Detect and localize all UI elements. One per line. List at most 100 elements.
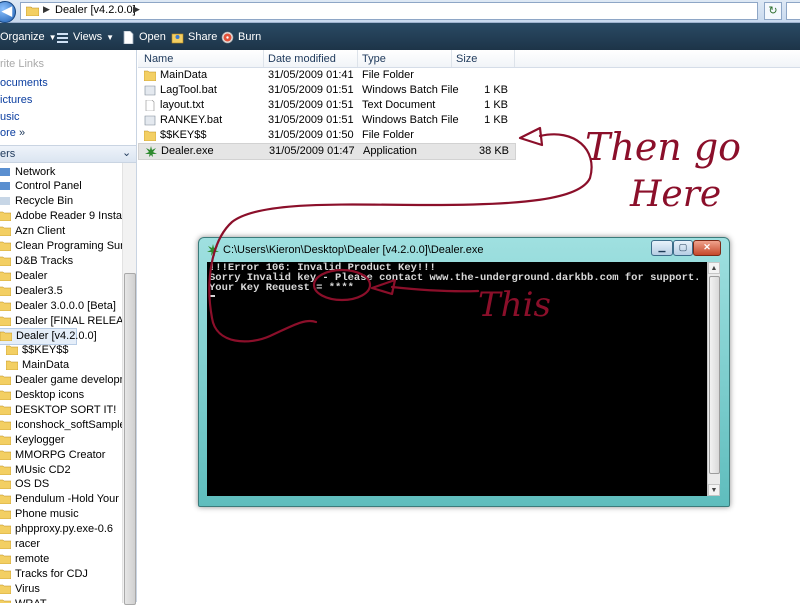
folder-icon bbox=[0, 286, 11, 296]
folder-icon bbox=[0, 599, 11, 603]
console-line: Your Key Request = **** bbox=[209, 282, 354, 294]
column-divider[interactable] bbox=[263, 50, 264, 67]
tree-item[interactable]: Dealer3.5 bbox=[0, 283, 63, 298]
column-header-date[interactable]: Date modified bbox=[268, 53, 336, 65]
burn-label: Burn bbox=[238, 31, 262, 43]
column-header-type[interactable]: Type bbox=[362, 53, 386, 65]
folder-icon bbox=[0, 524, 11, 535]
folder-icon bbox=[6, 346, 18, 356]
console-window[interactable]: C:\Users\Kieron\Desktop\Dealer [v4.2.0.0… bbox=[198, 237, 730, 507]
tree-item[interactable]: Dealer 3.0.0.0 [Beta] bbox=[0, 298, 116, 313]
text-document-icon bbox=[145, 99, 155, 111]
column-header-name[interactable]: Name bbox=[144, 53, 173, 65]
file-type: File Folder bbox=[362, 128, 414, 141]
tree-item[interactable]: Azn Client bbox=[0, 224, 65, 239]
tree-item[interactable]: phpproxy.py.exe-0.6 bbox=[0, 522, 113, 537]
column-header-size[interactable]: Size bbox=[456, 53, 477, 65]
tree-item[interactable]: MainData bbox=[6, 358, 69, 373]
tree-item-label: MUsic CD2 bbox=[15, 463, 71, 476]
open-button[interactable]: Open bbox=[122, 30, 166, 44]
tree-item[interactable]: Clean Programing Surface bbox=[0, 239, 122, 254]
tree-item[interactable]: Desktop icons bbox=[0, 388, 84, 403]
tree-item-label: remote bbox=[15, 552, 50, 565]
folder-icon bbox=[0, 241, 11, 251]
tree-item[interactable]: Phone music bbox=[0, 507, 79, 522]
console-scroll-thumb[interactable] bbox=[709, 276, 720, 474]
file-size: 1 KB bbox=[484, 113, 508, 126]
batch-file-icon bbox=[144, 115, 156, 125]
tree-item[interactable]: Network bbox=[0, 164, 55, 179]
tree-item[interactable]: OS DS bbox=[0, 477, 49, 492]
file-row[interactable]: $$KEY$$ 31/05/2009 01:50 File Folder bbox=[138, 128, 514, 143]
views-button[interactable]: Views ▼ bbox=[56, 30, 114, 44]
file-size: 1 KB bbox=[484, 83, 508, 96]
tree-item[interactable]: Tracks for CDJ bbox=[0, 566, 88, 581]
scroll-up-icon[interactable]: ▲ bbox=[708, 262, 720, 274]
minimize-button[interactable]: ▁ bbox=[651, 240, 673, 256]
file-row[interactable]: MainData 31/05/2009 01:41 File Folder bbox=[138, 68, 514, 83]
breadcrumb-current-folder[interactable]: Dealer [v4.2.0.0] bbox=[55, 4, 136, 16]
tree-item[interactable]: Iconshock_softSample bbox=[0, 417, 122, 432]
file-type: Application bbox=[363, 144, 417, 157]
breadcrumb-arrow-icon[interactable]: ▶ bbox=[43, 4, 50, 15]
tree-item[interactable]: Control Panel bbox=[0, 179, 82, 194]
tree-item[interactable]: Dealer game development bbox=[0, 373, 122, 388]
tree-item[interactable]: Adobe Reader 9 Installer bbox=[0, 209, 122, 224]
address-bar: ◀ ▶ Dealer [v4.2.0.0] ▶ ▼ ↻ bbox=[0, 0, 800, 23]
tree-item-label: Clean Programing Surface bbox=[15, 240, 122, 252]
folder-icon bbox=[0, 271, 11, 281]
column-divider[interactable] bbox=[514, 50, 515, 67]
breadcrumb-arrow-icon[interactable]: ▶ bbox=[133, 4, 140, 15]
favorite-link-music[interactable]: usic bbox=[0, 111, 20, 123]
file-row[interactable]: LagTool.bat 31/05/2009 01:51 Windows Batch… bbox=[138, 83, 514, 98]
file-row[interactable]: RANKEY.bat 31/05/2009 01:51 Windows Batch … bbox=[138, 113, 514, 128]
file-row[interactable]: Dealer.exe 31/05/2009 01:47 Application 38 … bbox=[138, 142, 516, 160]
tree-item[interactable]: Virus bbox=[0, 581, 40, 596]
address-field[interactable]: ▶ Dealer [v4.2.0.0] ▶ ▼ bbox=[20, 2, 773, 20]
refresh-button[interactable]: ↻ bbox=[764, 2, 782, 20]
folder-icon bbox=[0, 509, 11, 520]
nav-scroll-thumb[interactable] bbox=[124, 273, 136, 605]
tree-item-label: WRAT bbox=[15, 598, 47, 603]
console-scrollbar[interactable]: ▲ ▼ bbox=[707, 262, 720, 496]
column-divider[interactable] bbox=[451, 50, 452, 67]
tree-item[interactable]: Dealer [FINAL RELEASE] bbox=[0, 313, 122, 328]
folders-header[interactable]: ers ⌄ bbox=[0, 145, 136, 163]
tree-item[interactable]: Recycle Bin bbox=[0, 194, 73, 209]
tree-item[interactable]: Dealer bbox=[0, 268, 47, 283]
file-name: $$KEY$$ bbox=[160, 128, 207, 141]
file-name: RANKEY.bat bbox=[160, 113, 223, 126]
more-chevron-icon: » bbox=[18, 127, 26, 139]
back-button[interactable]: ◀ bbox=[0, 1, 16, 23]
organize-button[interactable]: Organize ▼ bbox=[0, 30, 57, 44]
tree-item[interactable]: DESKTOP SORT IT! bbox=[0, 402, 116, 417]
column-headers: Name Date modified Type Size bbox=[138, 50, 800, 68]
tree-item[interactable]: Keylogger bbox=[0, 432, 65, 447]
favorite-link-pictures[interactable]: ictures bbox=[0, 94, 32, 106]
minimize-icon: ▁ bbox=[658, 242, 666, 252]
nav-scrollbar[interactable] bbox=[122, 163, 136, 605]
tree-item[interactable]: $$KEY$$ bbox=[6, 343, 68, 358]
favorite-link-documents[interactable]: ocuments bbox=[0, 77, 48, 89]
tree-item[interactable]: MMORPG Creator bbox=[0, 447, 105, 462]
annotation-then-go: Then go bbox=[585, 125, 741, 169]
folder-icon bbox=[0, 495, 11, 505]
tree-item[interactable]: MUsic CD2 bbox=[0, 462, 71, 477]
column-divider[interactable] bbox=[357, 50, 358, 67]
chevron-down-icon[interactable]: ⌄ bbox=[122, 146, 131, 159]
favorite-link-more[interactable]: ore » bbox=[0, 127, 25, 139]
file-row[interactable]: layout.txt 31/05/2009 01:51 Text Document 1… bbox=[138, 98, 514, 113]
tree-item-label: MMORPG Creator bbox=[15, 448, 106, 461]
tree-item[interactable]: Pendulum -Hold Your Colo bbox=[0, 492, 122, 507]
tree-item[interactable]: D&B Tracks bbox=[0, 253, 73, 268]
recycle-bin-icon bbox=[0, 197, 10, 206]
search-input[interactable] bbox=[786, 2, 800, 20]
tree-item[interactable]: racer bbox=[0, 537, 40, 552]
folder-icon bbox=[0, 375, 11, 386]
tree-item[interactable]: remote bbox=[0, 551, 49, 566]
scroll-down-icon[interactable]: ▼ bbox=[708, 484, 720, 496]
maximize-button[interactable]: ▢ bbox=[673, 240, 693, 256]
burn-button[interactable]: Burn bbox=[221, 30, 261, 44]
share-button[interactable]: Share bbox=[171, 30, 217, 44]
close-button[interactable]: ✕ bbox=[693, 240, 721, 256]
